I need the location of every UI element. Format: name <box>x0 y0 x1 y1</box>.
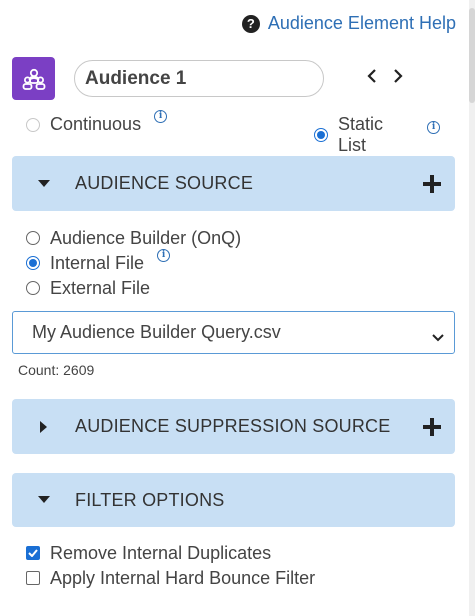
help-link-label: Audience Element Help <box>267 13 456 33</box>
audience-group-icon <box>12 57 55 100</box>
static-list-radio[interactable] <box>314 128 328 142</box>
audience-builder-radio[interactable] <box>26 231 40 245</box>
audience-builder-option[interactable]: Audience Builder (OnQ) <box>26 227 241 249</box>
info-icon[interactable]: i <box>157 248 171 262</box>
internal-file-select[interactable]: My Audience Builder Query.csv <box>12 311 455 354</box>
help-link[interactable]: ? Audience Element Help <box>241 13 456 34</box>
internal-file-option[interactable]: Internal File i <box>26 248 241 274</box>
option-label: External File <box>50 277 151 298</box>
mode-selector: Continuous i Static List i <box>26 110 440 155</box>
external-file-radio[interactable] <box>26 281 40 295</box>
audience-source-options: Audience Builder (OnQ) Internal File i E… <box>26 227 241 302</box>
info-icon[interactable]: i <box>427 120 440 134</box>
section-title: FILTER OPTIONS <box>75 489 225 510</box>
external-file-option[interactable]: External File <box>26 277 241 299</box>
scrollbar-thumb[interactable] <box>469 8 475 103</box>
internal-file-radio[interactable] <box>26 256 40 270</box>
add-suppression-plus-icon[interactable] <box>423 417 441 436</box>
element-navigation <box>364 62 406 90</box>
option-label: Apply Internal Hard Bounce Filter <box>50 567 316 588</box>
hard-bounce-filter-checkbox[interactable] <box>26 571 40 585</box>
filter-options: Remove Internal Duplicates Apply Interna… <box>26 542 315 592</box>
section-title: AUDIENCE SOURCE <box>75 173 254 193</box>
hard-bounce-filter-option[interactable]: Apply Internal Hard Bounce Filter <box>26 567 315 589</box>
audience-name-input[interactable] <box>74 60 324 97</box>
caret-right-icon <box>38 420 50 433</box>
chevron-right-icon[interactable] <box>390 62 406 90</box>
static-list-option[interactable]: Static List i <box>314 114 440 156</box>
section-title: AUDIENCE SUPPRESSION SOURCE <box>75 416 391 436</box>
continuous-option[interactable]: Continuous i <box>26 110 168 135</box>
caret-down-icon <box>38 178 50 190</box>
filter-options-section-header[interactable]: FILTER OPTIONS <box>12 473 455 527</box>
selected-file-value: My Audience Builder Query.csv <box>32 322 281 342</box>
continuous-radio[interactable] <box>26 117 40 132</box>
remove-duplicates-checkbox[interactable] <box>26 546 40 560</box>
chevron-down-icon <box>432 326 444 347</box>
question-circle-icon: ? <box>241 14 260 33</box>
header-row <box>12 56 452 100</box>
static-list-label: Static List <box>338 114 384 155</box>
remove-duplicates-option[interactable]: Remove Internal Duplicates <box>26 542 315 564</box>
option-label: Remove Internal Duplicates <box>50 542 272 563</box>
scrollbar[interactable] <box>469 0 475 616</box>
option-label: Audience Builder (OnQ) <box>50 227 242 248</box>
caret-down-icon <box>38 494 50 506</box>
chevron-left-icon[interactable] <box>364 62 380 90</box>
audience-count: Count: 2609 <box>18 362 95 378</box>
add-source-plus-icon[interactable] <box>423 174 441 193</box>
audience-suppression-section-header[interactable]: AUDIENCE SUPPRESSION SOURCE <box>12 399 455 454</box>
audience-source-section-header[interactable]: AUDIENCE SOURCE <box>12 156 455 211</box>
continuous-label: Continuous <box>50 114 142 134</box>
option-label: Internal File <box>50 252 145 273</box>
info-icon[interactable]: i <box>154 110 168 123</box>
